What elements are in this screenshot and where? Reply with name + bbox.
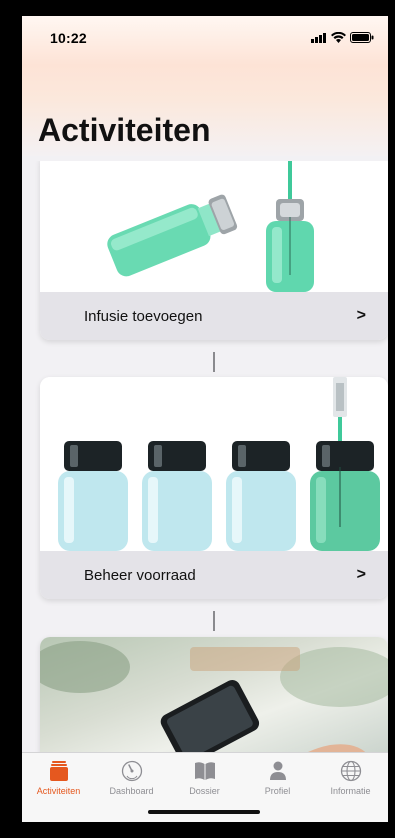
tab-label: Informatie xyxy=(330,786,371,796)
chevron-right-icon: > xyxy=(356,566,366,583)
card-bar[interactable]: Infusie toevoegen > xyxy=(40,292,388,340)
battery-icon xyxy=(350,32,374,43)
tab-dossier[interactable]: Dossier xyxy=(168,759,241,796)
card-infusie-toevoegen[interactable]: Infusie toevoegen > xyxy=(40,161,388,340)
phone-hands-image xyxy=(40,637,388,764)
header: 10:22 Activiteiten xyxy=(22,16,388,156)
person-icon xyxy=(269,761,286,780)
status-bar: 10:22 xyxy=(50,30,374,50)
vials-image xyxy=(40,161,388,292)
card-app-photo[interactable] xyxy=(40,637,388,764)
connector-line xyxy=(213,352,215,372)
card-label: Beheer voorraad xyxy=(84,566,196,584)
page-title: Activiteiten xyxy=(38,112,211,148)
card-bar[interactable]: Beheer voorraad > xyxy=(40,551,388,599)
tab-label: Activiteiten xyxy=(36,786,81,796)
tab-label: Dashboard xyxy=(109,786,154,796)
home-indicator[interactable] xyxy=(148,810,260,814)
card-beheer-voorraad[interactable]: Beheer voorraad > xyxy=(40,377,388,599)
gauge-icon xyxy=(121,760,142,782)
device-bezel xyxy=(388,0,395,838)
tab-label: Dossier xyxy=(189,786,220,796)
chevron-right-icon: > xyxy=(356,307,366,324)
connector-line xyxy=(213,611,215,631)
tab-dashboard[interactable]: Dashboard xyxy=(95,759,168,796)
card-label: Infusie toevoegen xyxy=(84,307,203,325)
globe-icon xyxy=(340,760,361,782)
wifi-icon xyxy=(331,32,346,43)
tab-informatie[interactable]: Informatie xyxy=(314,759,387,796)
activity-list[interactable]: Infusie toevoegen > Beheer voorraad > xyxy=(22,161,388,764)
book-icon xyxy=(194,762,215,780)
vials-image xyxy=(40,377,388,551)
tab-activiteiten[interactable]: Activiteiten xyxy=(22,759,95,796)
cellular-signal-icon xyxy=(311,32,326,43)
tab-label: Profiel xyxy=(264,786,291,796)
tab-profiel[interactable]: Profiel xyxy=(241,759,314,796)
status-time: 10:22 xyxy=(50,30,87,46)
app-screen: 10:22 Activiteiten Infusie toevoegen > B… xyxy=(22,16,388,822)
box-icon xyxy=(49,761,68,781)
